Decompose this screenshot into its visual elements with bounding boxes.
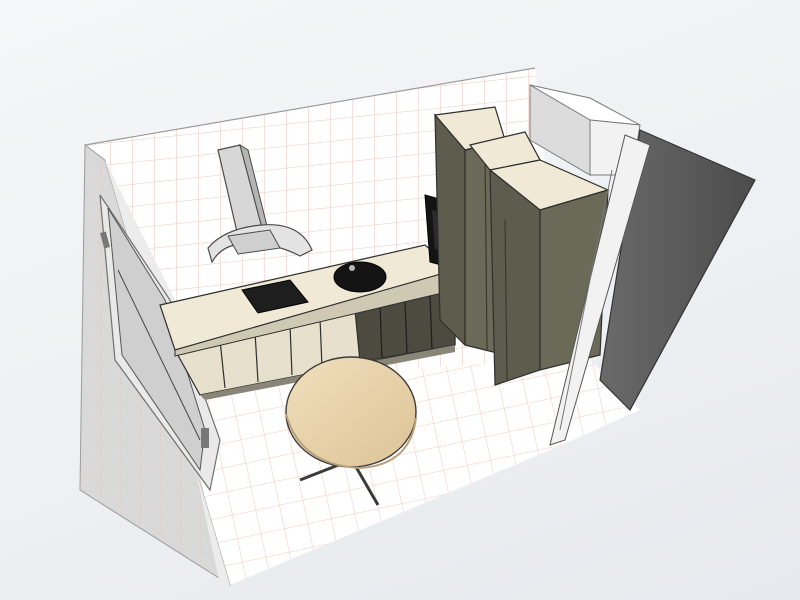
scene-canvas bbox=[79, 67, 756, 587]
sink bbox=[333, 261, 387, 293]
kitchen-3d-viewport[interactable] bbox=[0, 0, 800, 600]
